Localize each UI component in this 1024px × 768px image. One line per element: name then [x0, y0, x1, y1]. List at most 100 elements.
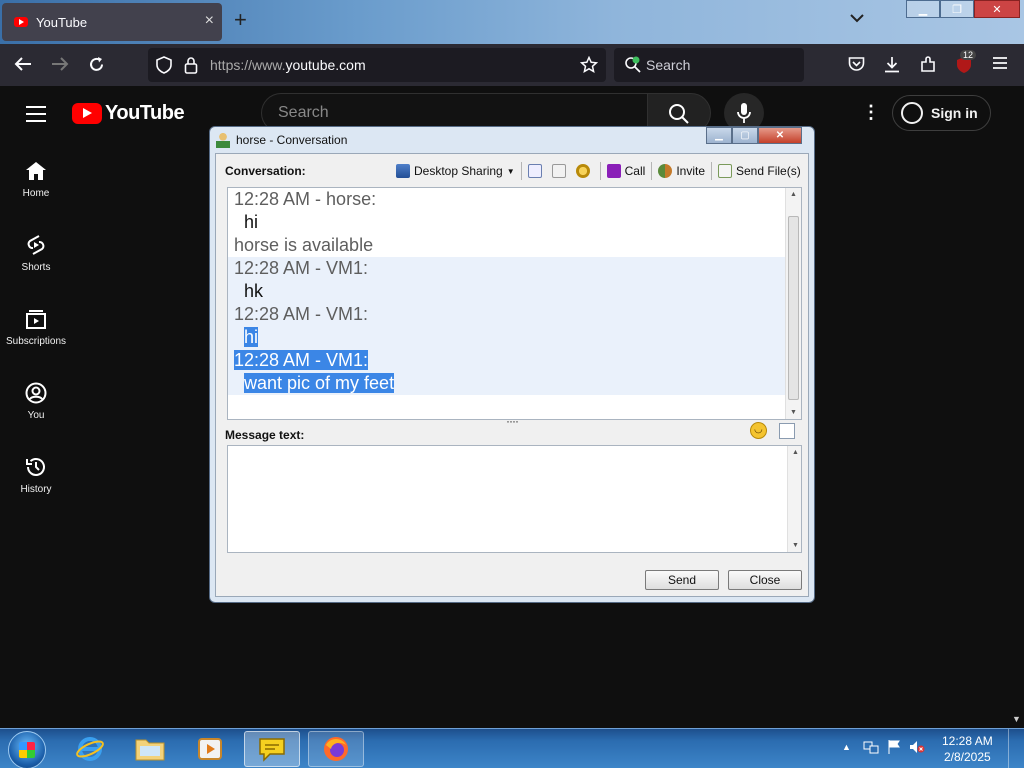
folder-icon — [135, 739, 165, 761]
search-icon — [669, 104, 689, 124]
browser-tab-youtube[interactable]: YouTube × — [2, 3, 222, 41]
conversation-body: Conversation: Desktop Sharing ▼ Call Inv… — [215, 153, 809, 597]
toolbar-separator — [599, 162, 601, 180]
network-icon[interactable] — [863, 740, 879, 754]
desktop-sharing-button[interactable]: Desktop Sharing ▼ — [396, 164, 515, 178]
extension-count-badge: 12 — [960, 50, 977, 60]
show-hidden-icons-arrow-icon[interactable]: ▲ — [842, 742, 851, 752]
sidebar-item-subscriptions[interactable]: Subscriptions — [0, 308, 72, 347]
taskbar-clock[interactable]: 12:28 AM 2/8/2025 — [942, 733, 993, 765]
sidebar-label-home: Home — [22, 188, 50, 199]
font-format-icon[interactable] — [779, 422, 795, 439]
media-player-taskbar-button[interactable] — [182, 731, 238, 767]
internet-explorer-taskbar-button[interactable] — [62, 731, 118, 767]
extensions-puzzle-icon[interactable] — [920, 56, 937, 77]
conversation-history[interactable]: 12:28 AM - horse: hi horse is available … — [227, 187, 802, 420]
send-files-button[interactable]: Send File(s) — [718, 164, 801, 178]
call-button[interactable]: Call — [606, 164, 645, 178]
back-arrow-icon[interactable] — [14, 56, 32, 76]
browser-search-box[interactable]: Search — [614, 48, 804, 82]
chat-line-message: hk — [228, 280, 786, 303]
close-button[interactable]: Close — [728, 570, 802, 590]
file-transfer-button[interactable] — [551, 164, 570, 178]
send-button[interactable]: Send — [645, 570, 719, 590]
message-text-label: Message text: — [225, 428, 305, 442]
settings-more-vert-icon[interactable]: ⋮ — [862, 102, 880, 123]
messenger-taskbar-button[interactable] — [244, 731, 300, 767]
youtube-logo[interactable]: YouTube — [72, 102, 185, 125]
gear-people-icon — [575, 164, 590, 178]
toolbar-separator — [520, 162, 522, 180]
scroll-thumb[interactable] — [788, 216, 799, 400]
scroll-up-arrow-icon[interactable]: ▲ — [790, 191, 797, 198]
sidebar-label-history: History — [20, 484, 52, 495]
sidebar-label-shorts: Shorts — [21, 262, 51, 273]
conversation-window-controls: ▁ ▢ ✕ — [706, 127, 802, 144]
downloads-icon[interactable] — [884, 56, 900, 77]
firefox-icon — [324, 737, 348, 761]
bookmark-star-icon[interactable] — [579, 55, 599, 78]
message-scrollbar[interactable]: ▲ ▼ — [787, 446, 801, 552]
url-text: https://www.youtube.com — [210, 57, 366, 73]
sidebar-label-you: You — [27, 410, 45, 421]
page-scroll-down-arrow-icon[interactable]: ▼ — [1012, 714, 1021, 724]
message-text-input[interactable] — [227, 445, 802, 553]
forward-arrow-icon[interactable] — [51, 56, 69, 76]
browser-window-controls: ▁ ❐ ✕ — [906, 0, 1020, 18]
show-desktop-button[interactable] — [1008, 729, 1024, 768]
send-files-label: Send File(s) — [736, 164, 801, 178]
emoticon-smiley-icon[interactable] — [750, 422, 767, 439]
pocket-icon[interactable] — [848, 56, 865, 76]
chat-line-header: 12:28 AM - VM1: — [228, 257, 786, 280]
sidebar-label-subscriptions: Subscriptions — [5, 336, 67, 347]
tab-title: YouTube — [36, 14, 88, 30]
sidebar-item-home[interactable]: Home — [0, 160, 72, 199]
invite-label: Invite — [676, 164, 705, 178]
action-center-flag-icon[interactable] — [887, 739, 901, 755]
firefox-taskbar-button[interactable] — [308, 731, 364, 767]
conversation-close-button[interactable]: ✕ — [758, 127, 802, 144]
new-tab-button[interactable]: + — [234, 9, 247, 31]
sidebar-item-shorts[interactable]: Shorts — [0, 234, 72, 273]
scroll-up-arrow-icon[interactable]: ▲ — [792, 449, 799, 456]
app-menu-hamburger-icon[interactable] — [992, 56, 1008, 74]
chat-line-header: 12:28 AM - horse: — [234, 189, 377, 209]
desktop-sharing-label: Desktop Sharing — [414, 164, 503, 178]
start-button[interactable] — [8, 731, 46, 768]
sign-in-button[interactable]: Sign in — [892, 95, 991, 131]
conversation-title-bar[interactable]: horse - Conversation — [216, 129, 347, 151]
chat-line-message-selected: want pic of my feet — [228, 372, 786, 395]
tracking-shield-icon[interactable] — [156, 56, 172, 78]
remote-assistance-button[interactable] — [575, 164, 594, 178]
desktop-sharing-icon — [396, 164, 410, 178]
whiteboard-button[interactable] — [527, 164, 546, 178]
invite-button[interactable]: Invite — [658, 164, 705, 178]
toolbar-separator — [711, 162, 712, 180]
restore-window-button[interactable]: ❐ — [940, 0, 974, 18]
video-camera-icon — [606, 164, 621, 178]
reload-icon[interactable] — [88, 56, 105, 77]
sidebar-item-history[interactable]: History — [0, 456, 72, 495]
close-window-button[interactable]: ✕ — [974, 0, 1020, 18]
guide-menu-icon[interactable] — [26, 106, 46, 127]
volume-muted-icon[interactable] — [909, 740, 925, 754]
youtube-play-logo-icon — [72, 103, 102, 124]
file-explorer-taskbar-button[interactable] — [122, 731, 178, 767]
lock-icon[interactable] — [184, 56, 198, 78]
invite-people-icon — [658, 164, 673, 178]
scroll-down-arrow-icon[interactable]: ▼ — [792, 542, 799, 549]
subscriptions-icon — [26, 310, 46, 329]
minimize-window-button[interactable]: ▁ — [906, 0, 940, 18]
conversation-maximize-button[interactable]: ▢ — [732, 127, 758, 144]
tab-close-icon[interactable]: × — [205, 12, 214, 30]
conversation-minimize-button[interactable]: ▁ — [706, 127, 732, 144]
notepad-icon — [527, 164, 542, 178]
scroll-down-arrow-icon[interactable]: ▼ — [790, 409, 797, 416]
sidebar-item-you[interactable]: You — [0, 382, 72, 421]
conversation-window: horse - Conversation ▁ ▢ ✕ Conversation:… — [209, 126, 815, 603]
conversation-scrollbar[interactable]: ▲ ▼ — [785, 188, 801, 419]
pane-splitter-grip[interactable]: ···· — [506, 414, 519, 428]
list-all-tabs-chevron-icon[interactable] — [850, 10, 864, 26]
clock-time: 12:28 AM — [942, 734, 993, 748]
address-bar[interactable]: https://www.youtube.com — [148, 48, 606, 82]
